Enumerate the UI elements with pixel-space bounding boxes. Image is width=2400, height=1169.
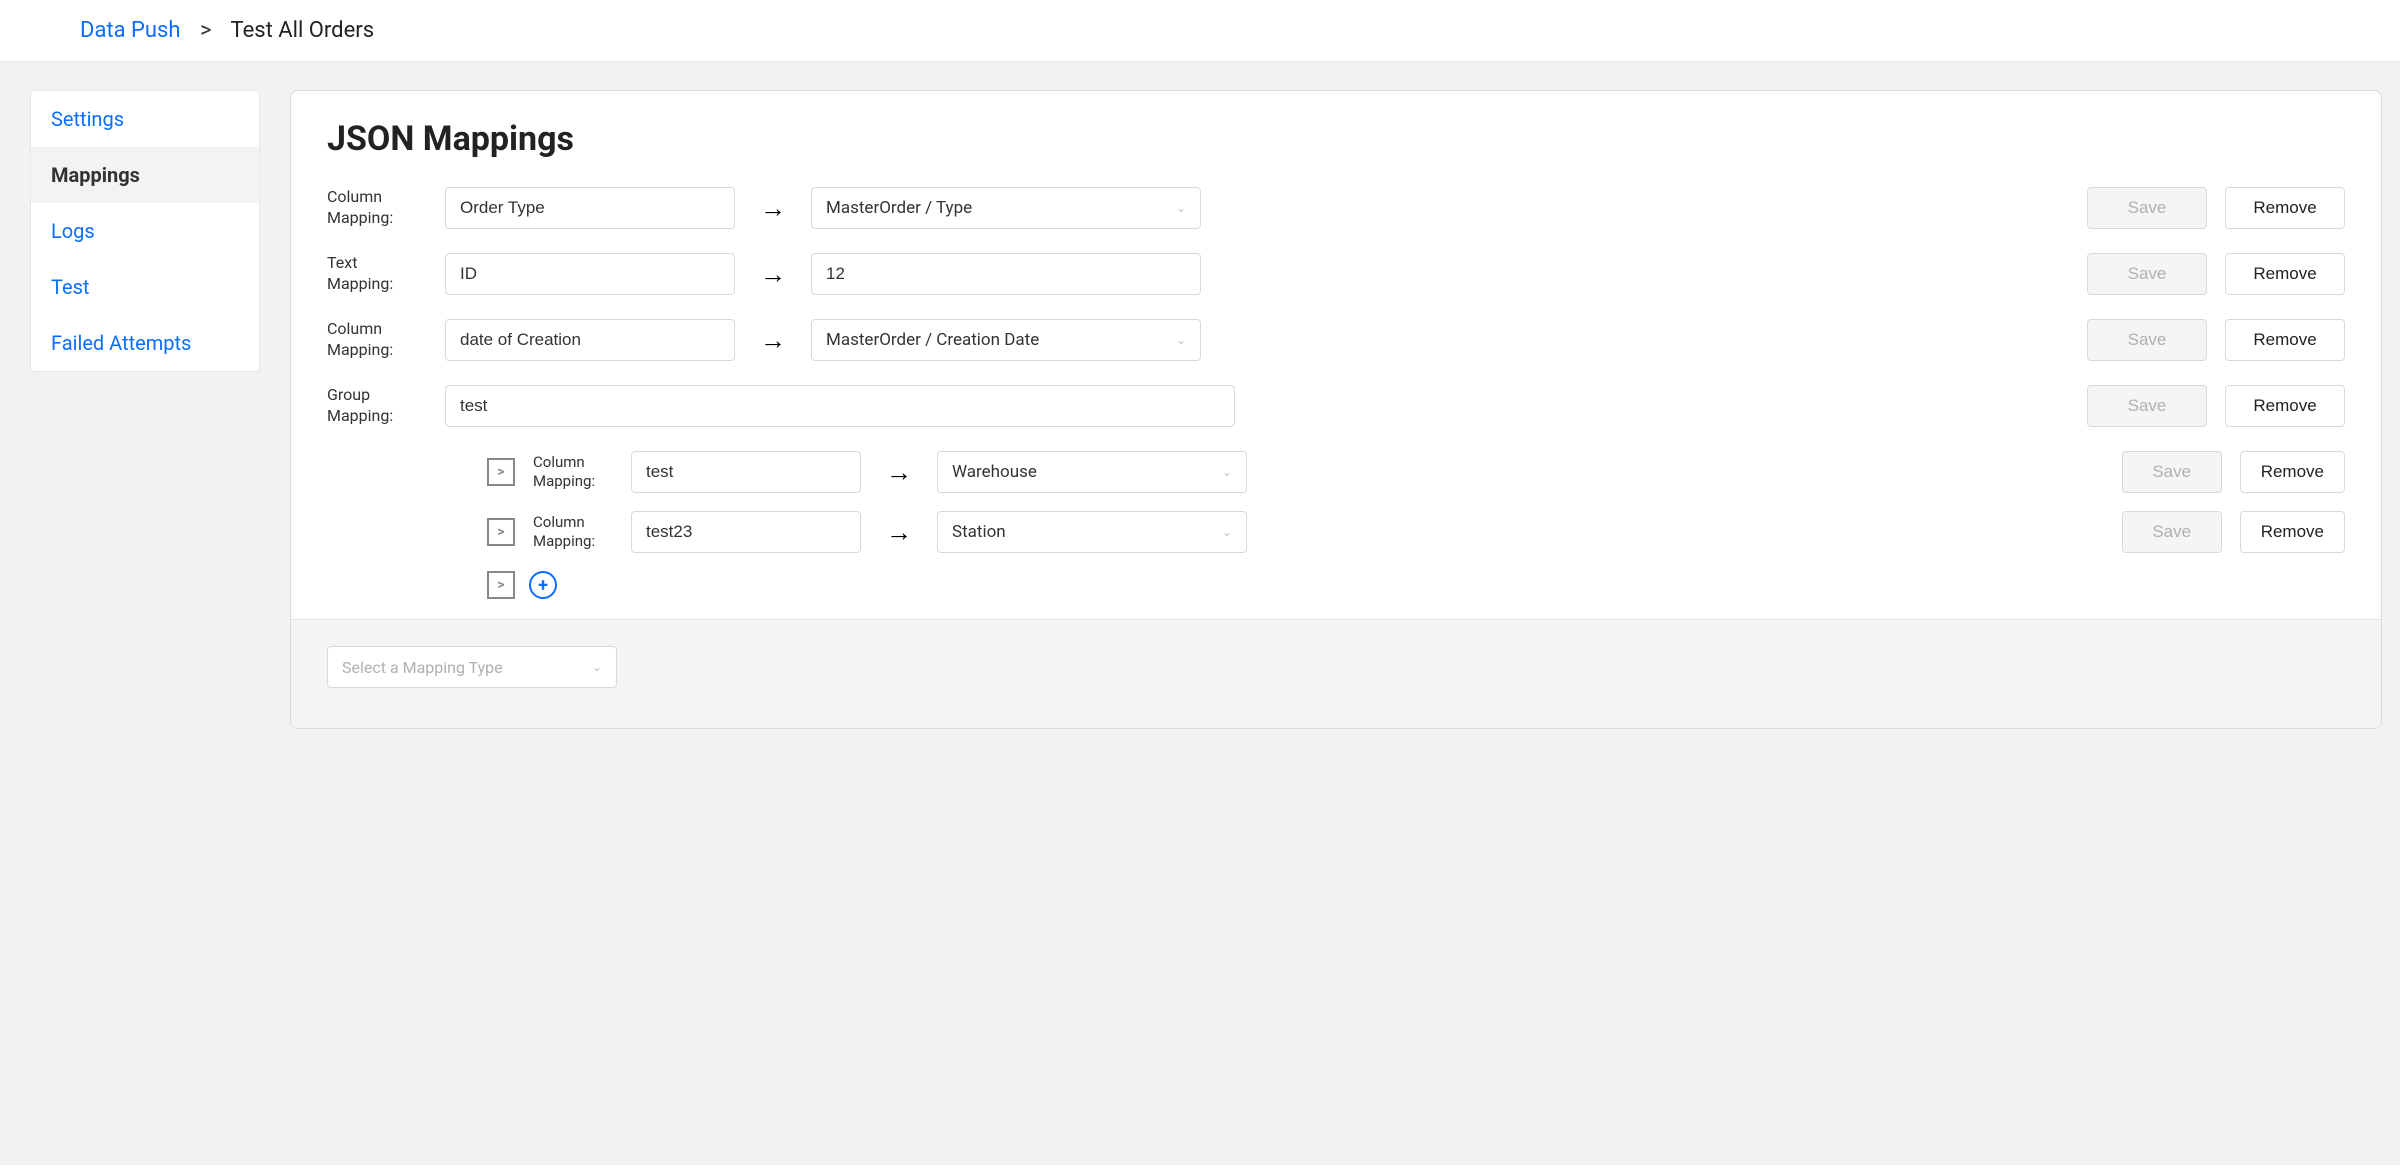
mapping-source-input[interactable]: [631, 511, 861, 553]
expand-toggle-icon[interactable]: >: [487, 571, 515, 599]
mapping-type-label: Group Mapping:: [327, 385, 427, 427]
mapping-target-select[interactable]: Station ⌄: [937, 511, 1247, 553]
select-value: MasterOrder / Type: [826, 198, 972, 218]
sidebar-item-failed-attempts[interactable]: Failed Attempts: [31, 315, 259, 371]
mapping-type-label: Column Mapping:: [533, 513, 613, 552]
select-value: MasterOrder / Creation Date: [826, 330, 1039, 350]
nested-mapping-row: > Column Mapping: → Station ⌄ Save Remov…: [487, 511, 2345, 553]
mapping-type-label: Text Mapping:: [327, 253, 427, 295]
mapping-type-label: Column Mapping:: [533, 453, 613, 492]
expand-toggle-icon[interactable]: >: [487, 458, 515, 486]
mapping-source-input[interactable]: [445, 187, 735, 229]
arrow-right-icon: →: [879, 517, 919, 548]
sidebar-item-settings[interactable]: Settings: [31, 91, 259, 147]
mapping-type-label: Column Mapping:: [327, 319, 427, 361]
mapping-target-input[interactable]: [811, 253, 1201, 295]
page-title: JSON Mappings: [327, 119, 2345, 159]
chevron-down-icon: ⌄: [1176, 333, 1186, 347]
sidebar-item-test[interactable]: Test: [31, 259, 259, 315]
breadcrumb-separator: >: [200, 18, 212, 43]
breadcrumb-current: Test All Orders: [231, 18, 375, 43]
expand-toggle-icon[interactable]: >: [487, 518, 515, 546]
chevron-down-icon: ⌄: [1222, 525, 1232, 539]
save-button[interactable]: Save: [2122, 511, 2222, 553]
mapping-type-select[interactable]: Select a Mapping Type ⌄: [327, 646, 617, 688]
side-nav: Settings Mappings Logs Test Failed Attem…: [30, 90, 260, 372]
chevron-down-icon: ⌄: [1222, 465, 1232, 479]
mapping-row: Column Mapping: → MasterOrder / Creation…: [327, 319, 2345, 361]
mapping-type-label: Column Mapping:: [327, 187, 427, 229]
mapping-source-input[interactable]: [445, 253, 735, 295]
save-button[interactable]: Save: [2087, 385, 2207, 427]
chevron-down-icon: ⌄: [592, 660, 602, 674]
mapping-source-input[interactable]: [631, 451, 861, 493]
mapping-row-group: Group Mapping: Save Remove: [327, 385, 2345, 427]
arrow-right-icon: →: [879, 457, 919, 488]
remove-button[interactable]: Remove: [2225, 385, 2345, 427]
add-nested-row: > +: [487, 571, 2345, 599]
sidebar-item-mappings[interactable]: Mappings: [31, 147, 259, 203]
main-panel: JSON Mappings Column Mapping: → MasterOr…: [290, 90, 2382, 729]
save-button[interactable]: Save: [2087, 253, 2207, 295]
select-value: Station: [952, 522, 1006, 542]
remove-button[interactable]: Remove: [2240, 451, 2345, 493]
mapping-row: Text Mapping: → Save Remove: [327, 253, 2345, 295]
mapping-target-select[interactable]: MasterOrder / Type ⌄: [811, 187, 1201, 229]
breadcrumb-parent-link[interactable]: Data Push: [80, 18, 181, 43]
nested-mapping-row: > Column Mapping: → Warehouse ⌄ Save Rem…: [487, 451, 2345, 493]
remove-button[interactable]: Remove: [2225, 253, 2345, 295]
save-button[interactable]: Save: [2087, 319, 2207, 361]
group-name-input[interactable]: [445, 385, 1235, 427]
save-button[interactable]: Save: [2122, 451, 2222, 493]
mapping-target-select[interactable]: MasterOrder / Creation Date ⌄: [811, 319, 1201, 361]
arrow-right-icon: →: [753, 259, 793, 290]
chevron-down-icon: ⌄: [1176, 201, 1186, 215]
arrow-right-icon: →: [753, 325, 793, 356]
remove-button[interactable]: Remove: [2225, 319, 2345, 361]
mapping-source-input[interactable]: [445, 319, 735, 361]
mapping-row: Column Mapping: → MasterOrder / Type ⌄ S…: [327, 187, 2345, 229]
footer-bar: Select a Mapping Type ⌄: [291, 619, 2381, 728]
select-value: Warehouse: [952, 462, 1037, 482]
select-placeholder: Select a Mapping Type: [342, 658, 503, 677]
sidebar-item-logs[interactable]: Logs: [31, 203, 259, 259]
breadcrumb: Data Push > Test All Orders: [0, 0, 2400, 62]
arrow-right-icon: →: [753, 193, 793, 224]
mapping-target-select[interactable]: Warehouse ⌄: [937, 451, 1247, 493]
remove-button[interactable]: Remove: [2240, 511, 2345, 553]
remove-button[interactable]: Remove: [2225, 187, 2345, 229]
save-button[interactable]: Save: [2087, 187, 2207, 229]
add-mapping-icon[interactable]: +: [529, 571, 557, 599]
